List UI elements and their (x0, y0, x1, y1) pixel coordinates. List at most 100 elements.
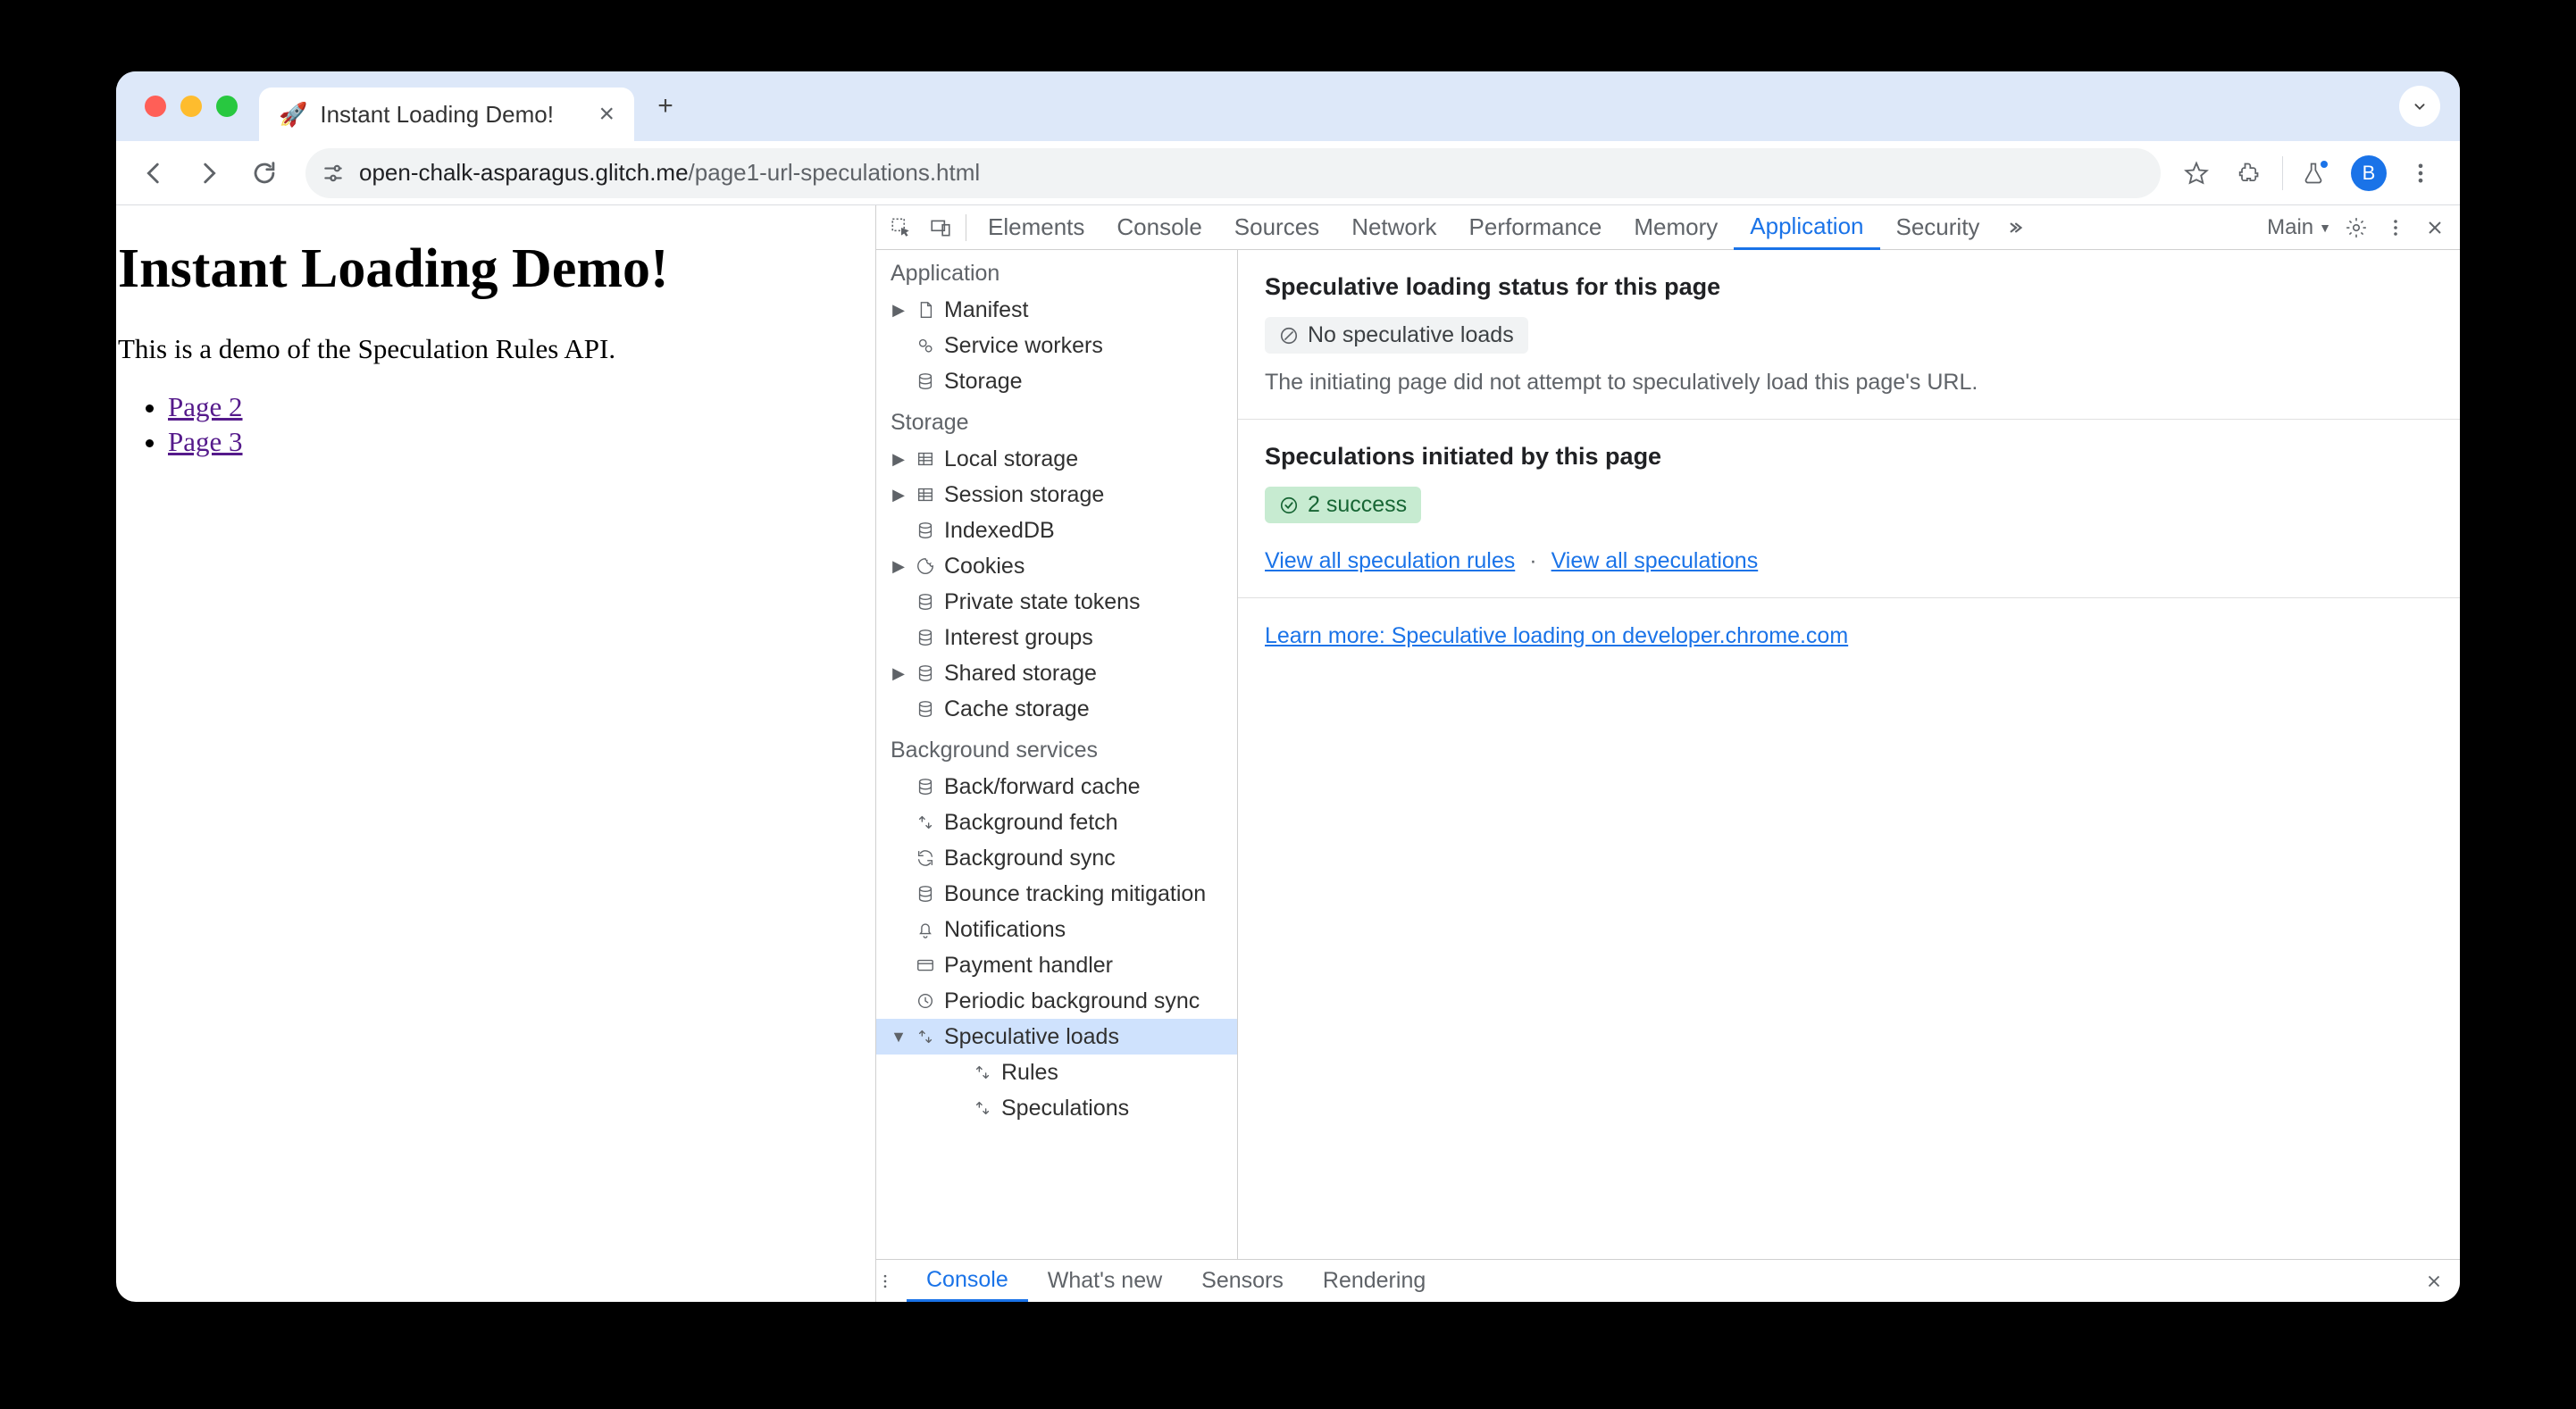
page-link[interactable]: Page 2 (168, 391, 243, 422)
sidebar-item[interactable]: ▶Cookies (876, 548, 1237, 584)
drawer-tab-sensors[interactable]: Sensors (1182, 1260, 1303, 1302)
drawer-tab-console[interactable]: Console (907, 1260, 1028, 1302)
sidebar-item-label: Session storage (944, 482, 1104, 508)
window-controls (127, 96, 259, 117)
sidebar-item[interactable]: Storage (876, 363, 1237, 399)
close-devtools-icon[interactable] (2415, 217, 2455, 238)
reload-button[interactable] (241, 150, 288, 196)
sidebar-item-label: Local storage (944, 446, 1078, 472)
devtools-tab-network[interactable]: Network (1335, 205, 1452, 249)
drawer-menu-icon[interactable] (876, 1272, 907, 1290)
device-toolbar-icon[interactable] (921, 216, 960, 239)
status-heading: Speculative loading status for this page (1265, 273, 2433, 301)
forward-button[interactable] (186, 150, 232, 196)
sidebar-item[interactable]: ▶Manifest (876, 292, 1237, 328)
devtools-panel: Elements Console Sources Network Perform… (875, 205, 2460, 1302)
extensions-icon[interactable] (2230, 155, 2266, 191)
devtools-tab-sources[interactable]: Sources (1218, 205, 1335, 249)
initiated-heading: Speculations initiated by this page (1265, 443, 2433, 471)
devtools-tabstrip: Elements Console Sources Network Perform… (876, 205, 2460, 250)
profile-avatar[interactable]: B (2351, 155, 2387, 191)
devtools-tab-security[interactable]: Security (1880, 205, 1996, 249)
maximize-window-button[interactable] (216, 96, 238, 117)
sidebar-item[interactable]: Service workers (876, 328, 1237, 363)
sidebar-item-label: Background fetch (944, 810, 1118, 836)
settings-icon[interactable] (2337, 216, 2376, 239)
sidebar-item[interactable]: ▼Speculative loads (876, 1019, 1237, 1055)
sidebar-item[interactable]: Rules (876, 1055, 1237, 1090)
devtools-tab-application[interactable]: Application (1734, 206, 1879, 250)
tab-overflow-button[interactable] (2399, 86, 2440, 127)
tab-title: Instant Loading Demo! (320, 101, 554, 129)
expand-arrow-icon: ▶ (891, 486, 907, 504)
expand-arrow-icon: ▶ (891, 557, 907, 576)
page-link-list: Page 2 Page 3 (116, 390, 875, 460)
tab-strip: 🚀 Instant Loading Demo! × + (116, 71, 2460, 141)
close-window-button[interactable] (145, 96, 166, 117)
sidebar-item[interactable]: Cache storage (876, 691, 1237, 727)
sidebar-item[interactable]: ▶ Session storage (876, 477, 1237, 513)
sidebar-item[interactable]: IndexedDB (876, 513, 1237, 548)
list-item: Page 3 (168, 425, 875, 460)
devtools-main: Speculative loading status for this page… (1238, 250, 2460, 1259)
sidebar-item[interactable]: ▶Shared storage (876, 655, 1237, 691)
sidebar-item-label: IndexedDB (944, 518, 1055, 544)
grid-icon (914, 449, 937, 469)
browser-window: 🚀 Instant Loading Demo! × + open-chalk-a… (116, 71, 2460, 1302)
view-rules-link[interactable]: View all speculation rules (1265, 548, 1515, 574)
sidebar-item[interactable]: Interest groups (876, 620, 1237, 655)
sidebar-item[interactable]: Background fetch (876, 805, 1237, 840)
drawer-tab-whatsnew[interactable]: What's new (1028, 1260, 1182, 1302)
devtools-menu-icon[interactable] (2376, 217, 2415, 238)
sidebar-section-label: Storage (876, 399, 1237, 441)
status-pill: No speculative loads (1265, 317, 1528, 354)
devtools-tab-elements[interactable]: Elements (972, 205, 1100, 249)
sidebar-item[interactable]: Back/forward cache (876, 769, 1237, 805)
labs-icon[interactable] (2299, 155, 2335, 191)
sidebar-item[interactable]: Speculations (876, 1090, 1237, 1126)
close-tab-icon[interactable]: × (598, 99, 615, 129)
new-tab-button[interactable]: + (648, 89, 682, 123)
page-link[interactable]: Page 3 (168, 426, 243, 457)
sidebar-item-label: Manifest (944, 297, 1028, 323)
sidebar-item-label: Private state tokens (944, 589, 1141, 615)
devtools-tab-memory[interactable]: Memory (1618, 205, 1734, 249)
inspect-element-icon[interactable] (882, 216, 921, 239)
page-heading: Instant Loading Demo! (116, 238, 875, 301)
devtools-sidebar: Application▶ManifestService workersStora… (876, 250, 1238, 1259)
sidebar-item[interactable]: Notifications (876, 912, 1237, 947)
bookmark-icon[interactable] (2179, 155, 2214, 191)
sidebar-item-label: Payment handler (944, 953, 1113, 979)
sidebar-section-label: Background services (876, 727, 1237, 769)
status-block: Speculative loading status for this page… (1238, 250, 2460, 420)
devtools-tab-console[interactable]: Console (1100, 205, 1217, 249)
sidebar-item-label: Speculative loads (944, 1024, 1119, 1050)
menu-icon[interactable] (2403, 155, 2438, 191)
sidebar-item-label: Back/forward cache (944, 774, 1141, 800)
sidebar-item[interactable]: ▶Local storage (876, 441, 1237, 477)
drawer-tab-rendering[interactable]: Rendering (1303, 1260, 1445, 1302)
more-tabs-icon[interactable] (1995, 216, 2035, 239)
learn-more-block: Learn more: Speculative loading on devel… (1238, 598, 2460, 672)
sidebar-item[interactable]: Payment handler (876, 947, 1237, 983)
site-settings-icon[interactable] (320, 160, 347, 187)
db-icon (914, 699, 937, 719)
frame-selector[interactable]: Main ▼ (2267, 215, 2337, 240)
sidebar-item[interactable]: Bounce tracking mitigation (876, 876, 1237, 912)
close-drawer-icon[interactable] (2424, 1271, 2460, 1291)
browser-tab[interactable]: 🚀 Instant Loading Demo! × (259, 88, 634, 141)
updown-icon (914, 1027, 937, 1046)
sidebar-item[interactable]: Periodic background sync (876, 983, 1237, 1019)
devtools-tab-performance[interactable]: Performance (1453, 205, 1618, 249)
sidebar-item[interactable]: Private state tokens (876, 584, 1237, 620)
address-bar[interactable]: open-chalk-asparagus.glitch.me/page1-url… (305, 148, 2161, 198)
learn-more-link[interactable]: Learn more: Speculative loading on devel… (1265, 623, 1848, 648)
separator-dot: · (1529, 548, 1536, 574)
minimize-window-button[interactable] (180, 96, 202, 117)
toolbar-right: B (2179, 155, 2446, 191)
updown-icon (971, 1063, 994, 1082)
sync-icon (914, 848, 937, 868)
sidebar-item[interactable]: Background sync (876, 840, 1237, 876)
back-button[interactable] (130, 150, 177, 196)
view-speculations-link[interactable]: View all speculations (1551, 548, 1759, 574)
